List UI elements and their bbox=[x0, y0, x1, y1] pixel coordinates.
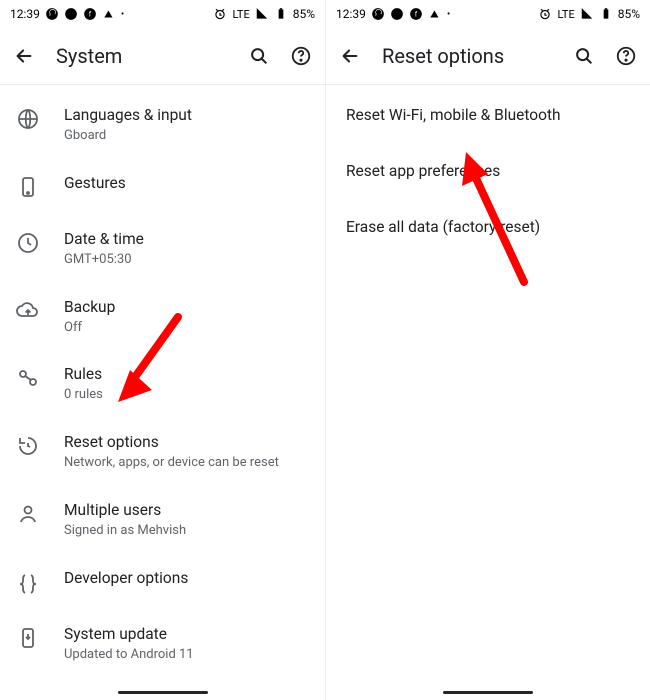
network-label: LTE bbox=[232, 8, 249, 21]
alarm-icon bbox=[213, 7, 227, 21]
battery-icon bbox=[599, 7, 613, 21]
item-title: Developer options bbox=[64, 568, 188, 589]
search-button[interactable] bbox=[572, 44, 596, 68]
item-title: Erase all data (factory reset) bbox=[346, 217, 540, 238]
item-erase-all-data[interactable]: Erase all data (factory reset) bbox=[326, 203, 650, 259]
item-system-update[interactable]: System update Updated to Android 11 bbox=[0, 610, 325, 678]
item-title: Rules bbox=[64, 364, 103, 385]
gestures-icon bbox=[16, 175, 40, 199]
item-gestures[interactable]: Gestures bbox=[0, 159, 325, 215]
notification-icon bbox=[428, 7, 442, 21]
battery-icon bbox=[274, 7, 288, 21]
item-title: System update bbox=[64, 624, 194, 645]
item-rules[interactable]: Rules 0 rules bbox=[0, 350, 325, 418]
item-subtitle: Gboard bbox=[64, 128, 192, 145]
signal-icon bbox=[580, 7, 594, 21]
item-subtitle: GMT+05:30 bbox=[64, 252, 144, 269]
item-backup[interactable]: Backup Off bbox=[0, 283, 325, 351]
item-title: Multiple users bbox=[64, 500, 186, 521]
clock-icon bbox=[16, 231, 40, 255]
whatsapp-icon bbox=[45, 7, 59, 21]
messenger-icon bbox=[64, 7, 78, 21]
item-title: Reset options bbox=[64, 432, 279, 453]
settings-list: Languages & input Gboard Gestures Date & … bbox=[0, 85, 325, 684]
battery-percent: 85% bbox=[293, 7, 315, 21]
item-developer-options[interactable]: Developer options bbox=[0, 554, 325, 610]
developer-icon bbox=[16, 570, 40, 594]
item-subtitle: Network, apps, or device can be reset bbox=[64, 455, 279, 472]
nav-handle[interactable] bbox=[118, 691, 208, 694]
back-button[interactable] bbox=[12, 44, 36, 68]
item-multiple-users[interactable]: Multiple users Signed in as Mehvish bbox=[0, 486, 325, 554]
nav-handle[interactable] bbox=[443, 691, 533, 694]
back-button[interactable] bbox=[338, 44, 362, 68]
item-title: Reset Wi-Fi, mobile & Bluetooth bbox=[346, 105, 561, 126]
whatsapp-icon bbox=[371, 7, 385, 21]
help-button[interactable] bbox=[289, 44, 313, 68]
signal-icon bbox=[255, 7, 269, 21]
rules-icon bbox=[16, 366, 40, 390]
facebook-icon: f bbox=[83, 7, 97, 21]
reset-list: Reset Wi-Fi, mobile & Bluetooth Reset ap… bbox=[326, 85, 650, 265]
item-date-time[interactable]: Date & time GMT+05:30 bbox=[0, 215, 325, 283]
page-title: System bbox=[56, 44, 227, 68]
item-title: Backup bbox=[64, 297, 115, 318]
globe-icon bbox=[16, 107, 40, 131]
reset-icon bbox=[16, 434, 40, 458]
screen-system: 12:39 f LTE 85% System bbox=[0, 0, 325, 700]
status-bar: 12:39 f LTE 85% bbox=[0, 0, 325, 28]
status-time: 12:39 bbox=[10, 7, 40, 21]
more-notifications-icon bbox=[447, 9, 450, 20]
search-button[interactable] bbox=[247, 44, 271, 68]
item-reset-wifi-mobile-bluetooth[interactable]: Reset Wi-Fi, mobile & Bluetooth bbox=[326, 91, 650, 147]
item-subtitle: Off bbox=[64, 320, 115, 337]
help-button[interactable] bbox=[614, 44, 638, 68]
facebook-icon: f bbox=[409, 7, 423, 21]
battery-percent: 85% bbox=[618, 7, 640, 21]
header: System bbox=[0, 28, 325, 84]
notification-icon bbox=[102, 7, 116, 21]
messenger-icon bbox=[390, 7, 404, 21]
status-bar: 12:39 f LTE 85% bbox=[326, 0, 650, 28]
item-subtitle: 0 rules bbox=[64, 387, 103, 404]
item-title: Gestures bbox=[64, 173, 126, 194]
page-title: Reset options bbox=[382, 44, 552, 68]
more-notifications-icon bbox=[121, 9, 124, 20]
screen-reset-options: 12:39 f LTE 85% Reset options bbox=[325, 0, 650, 700]
item-title: Languages & input bbox=[64, 105, 192, 126]
update-icon bbox=[16, 626, 40, 650]
item-reset-options[interactable]: Reset options Network, apps, or device ca… bbox=[0, 418, 325, 486]
backup-icon bbox=[16, 299, 40, 323]
network-label: LTE bbox=[557, 8, 574, 21]
item-languages-input[interactable]: Languages & input Gboard bbox=[0, 91, 325, 159]
header: Reset options bbox=[326, 28, 650, 84]
user-icon bbox=[16, 502, 40, 526]
item-reset-app-preferences[interactable]: Reset app preferences bbox=[326, 147, 650, 203]
status-time: 12:39 bbox=[336, 7, 366, 21]
item-subtitle: Signed in as Mehvish bbox=[64, 523, 186, 540]
item-title: Date & time bbox=[64, 229, 144, 250]
alarm-icon bbox=[538, 7, 552, 21]
item-subtitle: Updated to Android 11 bbox=[64, 647, 194, 664]
item-title: Reset app preferences bbox=[346, 161, 500, 182]
